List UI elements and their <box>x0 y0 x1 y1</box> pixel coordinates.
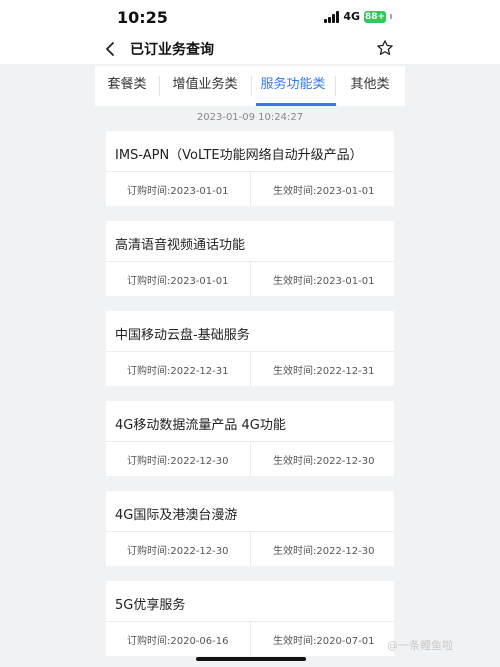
card-column-divider <box>250 531 251 566</box>
active-tab-indicator <box>256 103 336 106</box>
category-tabs: 套餐类 增值业务类 服务功能类 其他类 <box>95 66 405 106</box>
card-column-divider <box>250 261 251 296</box>
service-list: IMS-APN（VoLTE功能网络自动升级产品） 订购时间:2023-01-01… <box>106 131 394 667</box>
service-card[interactable]: 高清语音视频通话功能 订购时间:2023-01-01 生效时间:2023-01-… <box>106 221 394 296</box>
chevron-left-icon[interactable] <box>102 40 120 58</box>
card-column-divider <box>250 351 251 386</box>
service-name: 中国移动云盘-基础服务 <box>115 328 250 343</box>
card-column-divider <box>250 621 251 656</box>
effective-date: 生效时间:2022-12-31 <box>273 366 375 377</box>
order-date: 订购时间:2022-12-30 <box>127 456 229 467</box>
battery-tip <box>390 14 392 19</box>
order-date: 订购时间:2022-12-30 <box>127 546 229 557</box>
status-time: 10:25 <box>117 8 168 27</box>
card-column-divider <box>250 171 251 206</box>
service-card[interactable]: 4G移动数据流量产品 4G功能 订购时间:2022-12-30 生效时间:202… <box>106 401 394 476</box>
tab-service-functions[interactable]: 服务功能类 <box>251 66 335 106</box>
tab-package[interactable]: 套餐类 <box>95 66 159 106</box>
order-date: 订购时间:2023-01-01 <box>127 276 229 287</box>
order-date: 订购时间:2022-12-31 <box>127 366 229 377</box>
service-name: 高清语音视频通话功能 <box>115 238 246 253</box>
service-name: 4G移动数据流量产品 4G功能 <box>115 418 286 433</box>
effective-date: 生效时间:2022-12-30 <box>273 546 375 557</box>
service-name: 5G优享服务 <box>115 598 186 613</box>
card-column-divider <box>250 441 251 476</box>
service-name: 4G国际及港澳台漫游 <box>115 508 238 523</box>
effective-date: 生效时间:2023-01-01 <box>273 276 375 287</box>
tab-value-added[interactable]: 增值业务类 <box>159 66 251 106</box>
order-date: 订购时间:2020-06-16 <box>127 636 229 647</box>
effective-date: 生效时间:2023-01-01 <box>273 186 375 197</box>
network-type: 4G <box>343 10 360 23</box>
watermark-text: @一条鲤鱼啦 <box>387 639 453 652</box>
service-card[interactable]: IMS-APN（VoLTE功能网络自动升级产品） 订购时间:2023-01-01… <box>106 131 394 206</box>
order-date: 订购时间:2023-01-01 <box>127 186 229 197</box>
tab-other[interactable]: 其他类 <box>335 66 405 106</box>
effective-date: 生效时间:2022-12-30 <box>273 456 375 467</box>
status-indicators: 4G 88+ <box>324 10 392 23</box>
star-outline-icon[interactable] <box>376 39 394 57</box>
battery-icon: 88+ <box>364 10 386 23</box>
effective-date: 生效时间:2020-07-01 <box>273 636 375 647</box>
nav-bar: 已订业务查询 <box>0 34 500 64</box>
signal-icon <box>324 10 340 23</box>
service-card[interactable]: 5G优享服务 订购时间:2020-06-16 生效时间:2020-07-01 <box>106 581 394 656</box>
home-indicator[interactable] <box>196 657 306 661</box>
service-name: IMS-APN（VoLTE功能网络自动升级产品） <box>115 148 363 163</box>
service-card[interactable]: 4G国际及港澳台漫游 订购时间:2022-12-30 生效时间:2022-12-… <box>106 491 394 566</box>
page-title: 已订业务查询 <box>130 42 214 58</box>
query-timestamp: 2023-01-09 10:24:27 <box>196 112 304 123</box>
watermark: @一条鲤鱼啦 <box>387 637 453 653</box>
service-card[interactable]: 中国移动云盘-基础服务 订购时间:2022-12-31 生效时间:2022-12… <box>106 311 394 386</box>
status-bar: 10:25 4G 88+ <box>0 0 500 34</box>
